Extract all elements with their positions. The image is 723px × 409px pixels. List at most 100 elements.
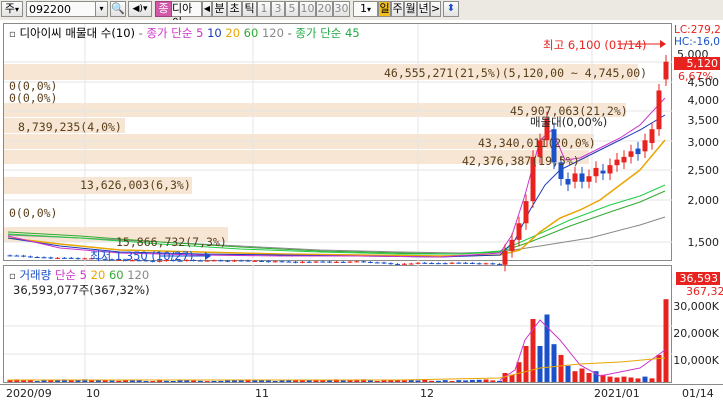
candle-body [401, 263, 407, 265]
candle-body [299, 261, 305, 263]
candle-body [367, 261, 373, 263]
candle-body [469, 262, 475, 264]
volume-legend: ▫ 거래량 단순 5 20 60 120 [9, 267, 149, 283]
volume-bar [463, 380, 469, 382]
volume-bar [197, 380, 203, 382]
low-label: 최저 1,350 (10/27) [90, 249, 194, 263]
candle-body [204, 260, 210, 262]
period-3[interactable]: 3 [271, 1, 285, 17]
candle-body [656, 90, 662, 130]
period-30[interactable]: 30 [333, 1, 350, 17]
type-badge[interactable]: 종 [155, 1, 172, 17]
volume-bar [537, 346, 543, 382]
volume-legend-ma20: 20 [90, 268, 106, 282]
next-button[interactable]: > [430, 1, 441, 17]
market-select[interactable]: 주▾ [1, 1, 23, 17]
period-20[interactable]: 20 [316, 1, 333, 17]
speaker-button[interactable]: ◀)▾ [128, 1, 152, 17]
volume-bar [497, 380, 503, 382]
period-year[interactable]: 년 [417, 1, 430, 17]
volume-bar [388, 380, 394, 382]
volume-bar [579, 368, 585, 382]
volume-bar [170, 381, 176, 382]
volume-bar [429, 380, 435, 382]
vol-y-tick: 30,000K [673, 300, 719, 313]
volume-bar [211, 380, 217, 382]
volume-bar [551, 344, 557, 382]
volume-bar [642, 376, 648, 382]
candle-body [361, 261, 367, 263]
candle-body [442, 263, 448, 265]
updown-button[interactable]: ⬍ [443, 1, 459, 17]
y-tick: 2,500 [687, 164, 720, 177]
volume-bar [75, 380, 81, 382]
period-minute[interactable]: 분 [212, 1, 227, 17]
vp-label-8: 42,376,387(19,5%) [462, 154, 580, 168]
volume-legend-name: 거래량 [19, 268, 52, 282]
candle-body [429, 263, 435, 265]
candle-body [238, 260, 244, 262]
interval-value: 1 [359, 2, 367, 15]
price-legend: ▫ 디아이씨 매물대 수(10) - 종가 단순 5 10 20 60 120 … [9, 25, 360, 41]
stock-code-input[interactable] [26, 1, 96, 17]
volume-bar [95, 380, 101, 382]
legend-ma5: 종가 단순 5 [146, 26, 204, 40]
legend-toggle-icon[interactable]: ▫ [9, 29, 16, 40]
vp-label-1: 46,555,271(21,5%)(5,120,00 ~ 4,745,00) [384, 66, 648, 80]
volume-bar [442, 380, 448, 382]
volume-bar [218, 380, 224, 382]
legend-ma60: 60 [243, 26, 259, 40]
x-tick: 2020/09 [6, 387, 52, 400]
period-prev-button[interactable]: ◀ [202, 1, 212, 17]
period-month[interactable]: 월 [404, 1, 417, 17]
vp-label-6: 매물대(0,00%) [530, 115, 608, 129]
candle-body [313, 261, 319, 263]
period-day[interactable]: 일 [378, 1, 391, 17]
lc-label: LC:279,2 [674, 24, 721, 36]
period-1[interactable]: 1 [257, 1, 271, 17]
candle-body [354, 261, 360, 263]
chart-area: ▫ 디아이씨 매물대 수(10) - 종가 단순 5 10 20 60 120 … [0, 20, 723, 409]
interval-select[interactable]: 1▾ [353, 1, 378, 17]
candle-body [218, 260, 224, 262]
volume-bar [635, 378, 641, 382]
candle-body [55, 257, 61, 259]
candle-body [502, 250, 508, 265]
candle-body [347, 261, 353, 263]
legend-separator: - [287, 26, 292, 40]
code-dropdown-button[interactable]: ▾ [95, 1, 108, 17]
search-button[interactable]: 🔍 [110, 1, 126, 17]
candle-body [572, 173, 578, 182]
high-arrow-head [660, 40, 666, 48]
candle-body [593, 167, 599, 177]
period-second[interactable]: 초 [227, 1, 242, 17]
volume-bar [565, 365, 571, 382]
volume-bar [143, 381, 149, 382]
high-label: 최고 6,100 (01/14) [543, 38, 647, 52]
period-10[interactable]: 10 [299, 1, 316, 17]
candle-body [642, 140, 648, 152]
volume-bar [163, 380, 169, 382]
period-tick[interactable]: 틱 [242, 1, 257, 17]
candle-body [395, 263, 401, 265]
candle-body [415, 262, 421, 264]
candle-body [497, 263, 503, 265]
volume-bar [401, 380, 407, 382]
toolbar: 주▾ ▾ 🔍 ◀)▾ 종 디아이 ◀ 분 초 틱 1 3 5 10 20 30 … [0, 0, 723, 29]
period-week[interactable]: 주 [391, 1, 404, 17]
candle-body [272, 261, 278, 263]
candle-body [565, 179, 571, 185]
candle-body [75, 258, 81, 260]
stock-name: 디아이 [172, 1, 202, 29]
volume-bar [272, 380, 278, 382]
y-tick: 2,000 [687, 194, 720, 207]
volume-bar [225, 380, 231, 382]
volume-bar [530, 319, 536, 382]
volume-bar [516, 362, 522, 382]
volume-bar [150, 381, 156, 382]
volume-legend-ma60: 60 [108, 268, 124, 282]
period-5[interactable]: 5 [285, 1, 299, 17]
volume-bar [374, 380, 380, 382]
volume-legend-toggle-icon[interactable]: ▫ [9, 271, 16, 282]
candle-body [197, 260, 203, 262]
